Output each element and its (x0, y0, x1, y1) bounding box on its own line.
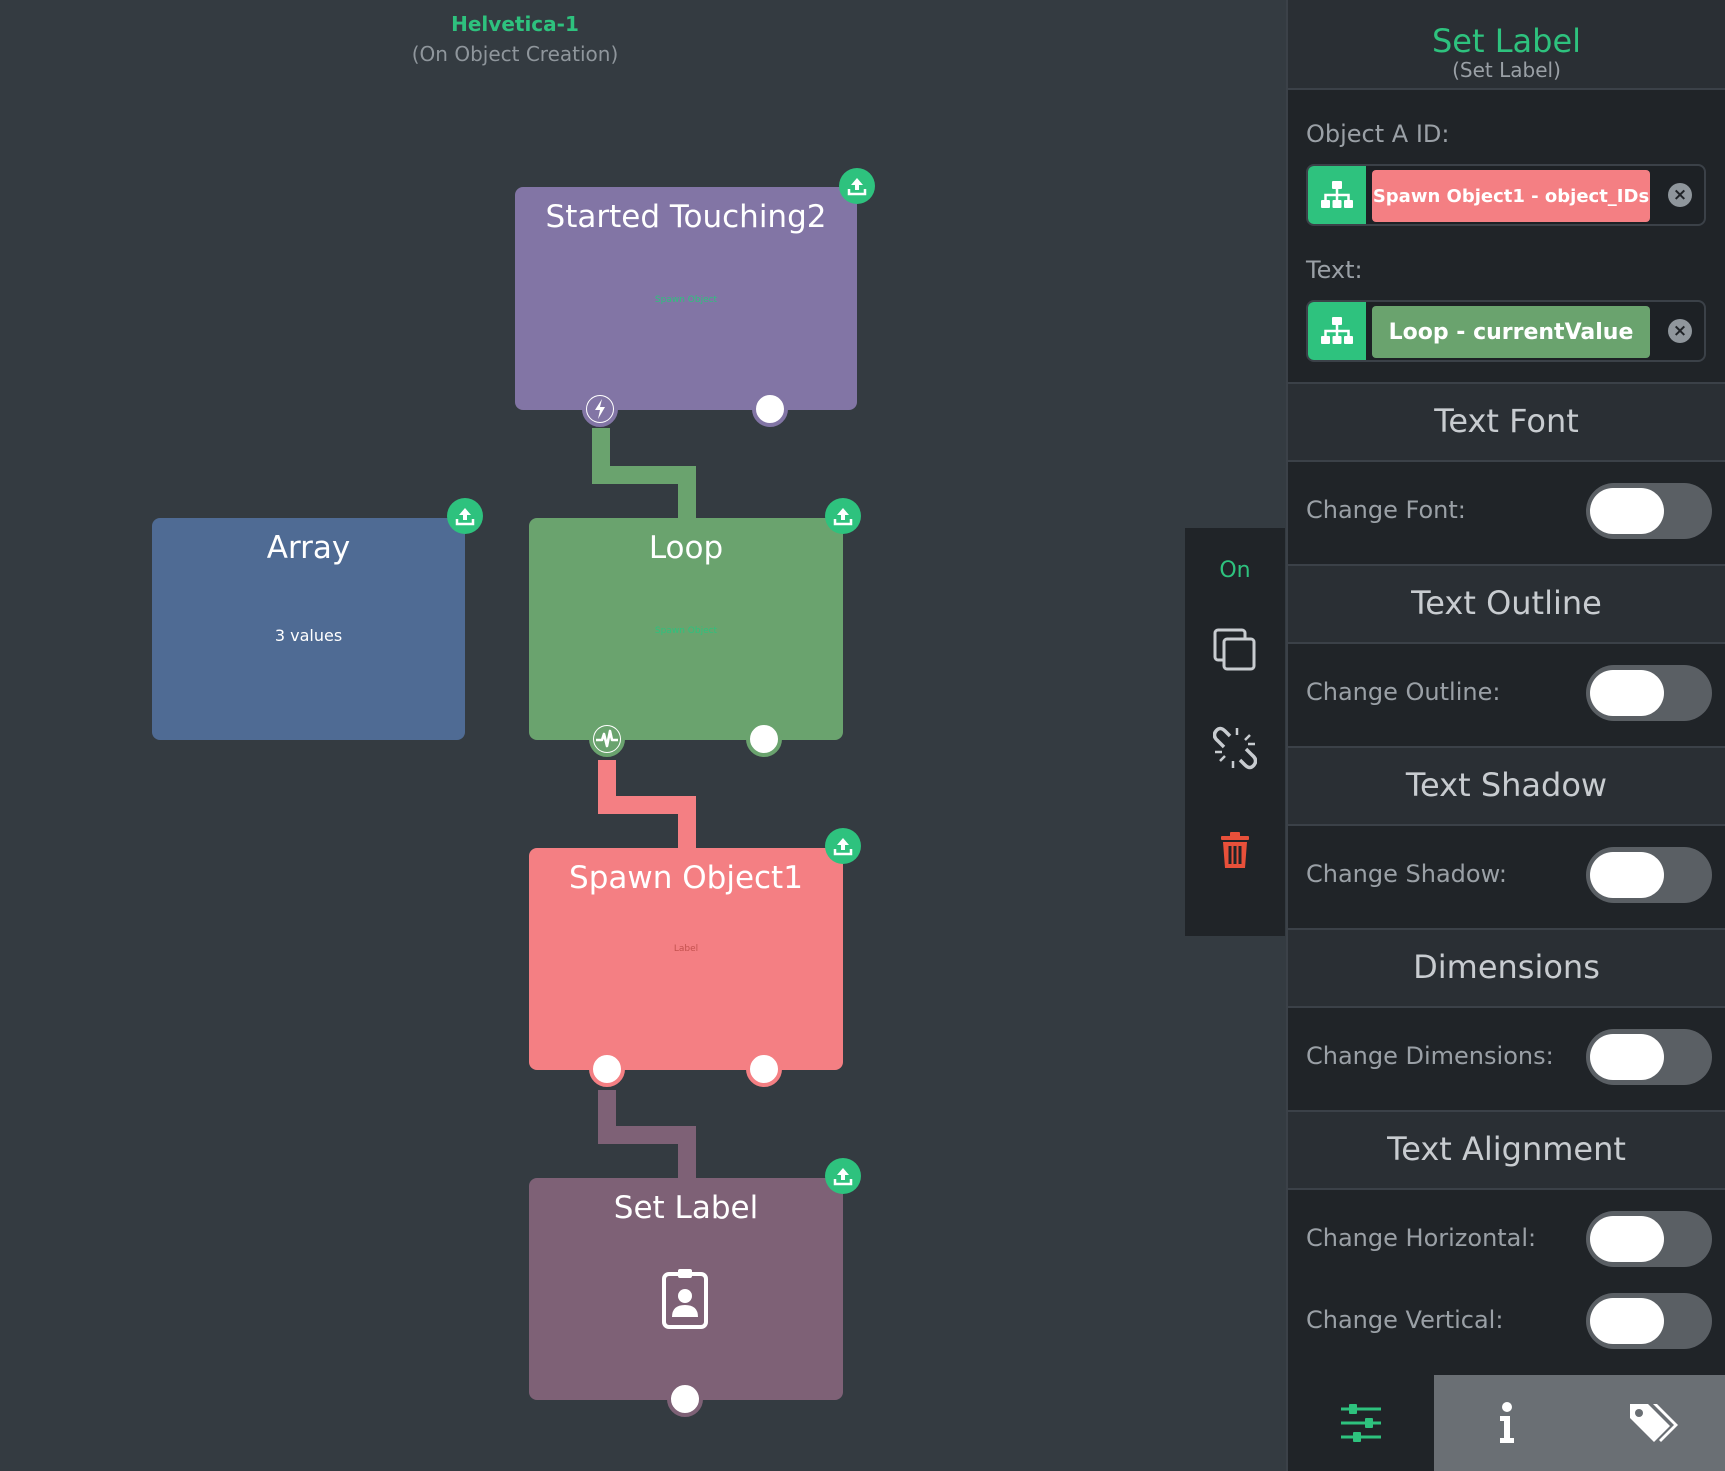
section-dimensions: Dimensions (1288, 928, 1725, 1008)
section-title: Text Shadow (1405, 766, 1608, 804)
node-subtitle: Spawn Object (654, 295, 718, 305)
hierarchy-icon[interactable] (1308, 166, 1366, 224)
tags-icon (1630, 1404, 1678, 1442)
change-horizontal-label: Change Horizontal: (1306, 1224, 1537, 1252)
section-title: Text Outline (1411, 584, 1602, 622)
node-title: Loop (648, 530, 724, 566)
delete-icon[interactable] (1185, 820, 1285, 880)
output-port[interactable] (746, 721, 782, 757)
text-label: Text: (1306, 256, 1363, 284)
unlink-icon[interactable] (1185, 718, 1285, 778)
input-port[interactable] (589, 1051, 625, 1087)
array-node[interactable]: Array 3 values (152, 518, 465, 740)
node-title: Spawn Object1 (569, 860, 803, 896)
set-label-node[interactable]: Set Label (529, 1178, 843, 1400)
upload-icon[interactable] (825, 498, 861, 534)
node-title: Set Label (613, 1190, 759, 1226)
panel-title: Set Label (1431, 22, 1582, 60)
pulse-port-icon[interactable] (589, 721, 625, 757)
section-title: Text Alignment (1387, 1130, 1626, 1168)
output-port[interactable] (667, 1381, 703, 1417)
object-a-id-value: Spawn Object1 - object_IDs (1372, 170, 1650, 222)
section-text-font: Text Font (1288, 382, 1725, 462)
text-field[interactable]: Loop - currentValue × (1306, 300, 1706, 362)
node-subtitle: Spawn Object (654, 626, 718, 636)
spawn-object-node[interactable]: Spawn Object1 Label (529, 848, 843, 1070)
node-title: Started Touching2 (545, 199, 827, 235)
scene-event-name: (On Object Creation) (411, 42, 619, 66)
scene-object-name: Helvetica-1 (451, 12, 579, 36)
object-a-id-field[interactable]: Spawn Object1 - object_IDs × (1306, 164, 1706, 226)
loop-node[interactable]: Loop Spawn Object (529, 518, 843, 740)
toggle-knob (1590, 1216, 1664, 1262)
node-subtitle: Label (673, 944, 699, 954)
output-port[interactable] (746, 1051, 782, 1087)
panel-header: Set Label (Set Label) (1288, 0, 1725, 90)
change-shadow-label: Change Shadow: (1306, 860, 1507, 888)
panel-tab-bar (1288, 1375, 1725, 1471)
sliders-icon (1341, 1404, 1381, 1442)
panel-subtitle: (Set Label) (1452, 58, 1561, 82)
section-title: Text Font (1434, 402, 1579, 440)
section-title: Dimensions (1413, 948, 1600, 986)
tab-info[interactable] (1434, 1375, 1580, 1471)
toggle-knob (1590, 852, 1664, 898)
tab-tags[interactable] (1580, 1375, 1725, 1471)
change-horizontal-toggle[interactable] (1586, 1211, 1712, 1267)
node-title: Array (266, 530, 351, 566)
change-font-toggle[interactable] (1586, 483, 1712, 539)
change-shadow-toggle[interactable] (1586, 847, 1712, 903)
id-badge-icon (661, 1268, 709, 1334)
hierarchy-icon[interactable] (1308, 302, 1366, 360)
output-port[interactable] (752, 391, 788, 427)
toggle-knob (1590, 488, 1664, 534)
upload-icon[interactable] (825, 828, 861, 864)
section-text-shadow: Text Shadow (1288, 746, 1725, 826)
change-vertical-toggle[interactable] (1586, 1293, 1712, 1349)
section-text-outline: Text Outline (1288, 564, 1725, 644)
section-text-alignment: Text Alignment (1288, 1110, 1725, 1190)
change-font-label: Change Font: (1306, 496, 1466, 524)
change-vertical-label: Change Vertical: (1306, 1306, 1504, 1334)
object-a-id-label: Object A ID: (1306, 120, 1450, 148)
clear-icon[interactable]: × (1668, 319, 1692, 343)
clear-icon[interactable]: × (1668, 183, 1692, 207)
text-value: Loop - currentValue (1372, 306, 1650, 358)
change-dimensions-label: Change Dimensions: (1306, 1042, 1554, 1070)
upload-icon[interactable] (447, 498, 483, 534)
scene-canvas[interactable]: Helvetica-1 (On Object Creation) Started… (0, 0, 1285, 1471)
toggle-knob (1590, 1034, 1664, 1080)
started-touching-node[interactable]: Started Touching2 Spawn Object (515, 187, 857, 410)
change-dimensions-toggle[interactable] (1586, 1029, 1712, 1085)
trigger-port-icon[interactable] (582, 391, 618, 427)
node-info: 3 values (274, 626, 343, 645)
duplicate-icon[interactable] (1185, 620, 1285, 680)
wire-spawn-to-setlabel (678, 1126, 696, 1180)
upload-icon[interactable] (839, 168, 875, 204)
toggle-on-button[interactable]: On (1185, 540, 1285, 600)
wire-touch-to-loop (678, 466, 696, 520)
change-outline-label: Change Outline: (1306, 678, 1501, 706)
change-outline-toggle[interactable] (1586, 665, 1712, 721)
toggle-knob (1590, 1298, 1664, 1344)
properties-panel: Set Label (Set Label) Object A ID: Spawn… (1286, 0, 1725, 1471)
toggle-knob (1590, 670, 1664, 716)
node-toolstrip: On (1185, 528, 1285, 936)
tab-parameters[interactable] (1288, 1375, 1434, 1471)
wire-loop-to-spawn (678, 796, 696, 850)
upload-icon[interactable] (825, 1158, 861, 1194)
info-icon (1500, 1402, 1514, 1443)
